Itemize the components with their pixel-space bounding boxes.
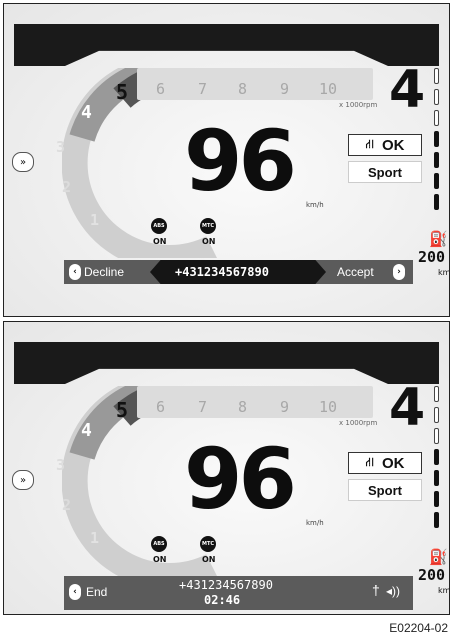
- dashboard-incoming-call: 1 2 3 4 5 6 7 8 9 10 x 1000rpm 4 96 km/h…: [3, 3, 450, 317]
- rpm-tick-7: 7: [198, 398, 208, 416]
- fuel-gauge: [434, 68, 442, 210]
- range-unit: km: [438, 586, 450, 595]
- rpm-tick-7: 7: [198, 80, 208, 98]
- accept-pill[interactable]: ›: [393, 264, 405, 280]
- speed-value: 96: [184, 112, 297, 210]
- end-call-button[interactable]: End: [86, 585, 107, 599]
- caller-number: +431234567890: [179, 578, 273, 592]
- mtc-state: ON: [202, 555, 216, 564]
- rpm-bar: [137, 68, 373, 100]
- riding-mode: Sport: [348, 479, 422, 501]
- accept-button[interactable]: Accept: [337, 265, 374, 279]
- mtc-indicator: MTC: [200, 536, 216, 552]
- call-duration: 02:46: [204, 593, 241, 607]
- abs-state: ON: [153, 555, 167, 564]
- fuel-range: 200: [418, 248, 446, 266]
- current-gear: 4: [389, 60, 426, 120]
- abs-indicator: ABS: [151, 218, 167, 234]
- decline-pill[interactable]: ‹: [69, 264, 81, 280]
- gear-scale-1: 1: [90, 529, 100, 547]
- gear-scale-2: 2: [62, 496, 72, 514]
- fuel-gauge: [434, 386, 442, 528]
- rpm-tick-8: 8: [238, 80, 248, 98]
- caller-number: +431234567890: [175, 265, 269, 279]
- mtc-indicator: MTC: [200, 218, 216, 234]
- rpm-tick-6: 6: [156, 80, 166, 98]
- range-unit: km: [438, 268, 450, 277]
- gear-scale-5: 5: [116, 398, 129, 422]
- gear-scale-5: 5: [116, 80, 129, 104]
- volume-icon[interactable]: ◂)): [386, 584, 400, 598]
- traction-status: ⛙ OK: [348, 134, 422, 156]
- traction-status: ⛙ OK: [348, 452, 422, 474]
- gear-scale-3: 3: [56, 456, 66, 474]
- rpm-unit: x 1000rpm: [339, 419, 378, 427]
- dashboard-active-call: 1 2 3 4 5 6 7 8 9 10 x 1000rpm 4 96 km/h…: [3, 321, 450, 615]
- speed-unit: km/h: [306, 201, 324, 209]
- speed-unit: km/h: [306, 519, 324, 527]
- gear-scale-4: 4: [81, 420, 92, 441]
- rpm-tick-10: 10: [319, 80, 338, 98]
- fuel-pump-icon: ⛽: [429, 230, 448, 248]
- end-pill[interactable]: ‹: [69, 584, 81, 600]
- fuel-range: 200: [418, 566, 446, 584]
- gear-scale-4: 4: [81, 102, 92, 123]
- abs-indicator: ABS: [151, 536, 167, 552]
- gear-scale-3: 3: [56, 138, 66, 156]
- microphone-icon: †: [372, 582, 380, 598]
- traction-control-icon: ⛙: [365, 455, 374, 469]
- mtc-state: ON: [202, 237, 216, 246]
- fuel-pump-icon: ⛽: [429, 548, 448, 566]
- decline-button[interactable]: Decline: [84, 265, 124, 279]
- rpm-tick-10: 10: [319, 398, 338, 416]
- riding-mode: Sport: [348, 161, 422, 183]
- speed-value: 96: [184, 430, 297, 528]
- abs-state: ON: [153, 237, 167, 246]
- gear-scale-2: 2: [62, 178, 72, 196]
- rpm-tick-6: 6: [156, 398, 166, 416]
- rpm-bar: [137, 386, 373, 418]
- rpm-tick-8: 8: [238, 398, 248, 416]
- rpm-unit: x 1000rpm: [339, 101, 378, 109]
- menu-arrow-icon[interactable]: »: [12, 470, 34, 490]
- rpm-tick-9: 9: [280, 398, 290, 416]
- menu-arrow-icon[interactable]: »: [12, 152, 34, 172]
- current-gear: 4: [389, 378, 426, 438]
- rpm-tick-9: 9: [280, 80, 290, 98]
- gear-scale-1: 1: [90, 211, 100, 229]
- figure-caption: E02204-02: [389, 621, 448, 635]
- traction-control-icon: ⛙: [365, 137, 374, 151]
